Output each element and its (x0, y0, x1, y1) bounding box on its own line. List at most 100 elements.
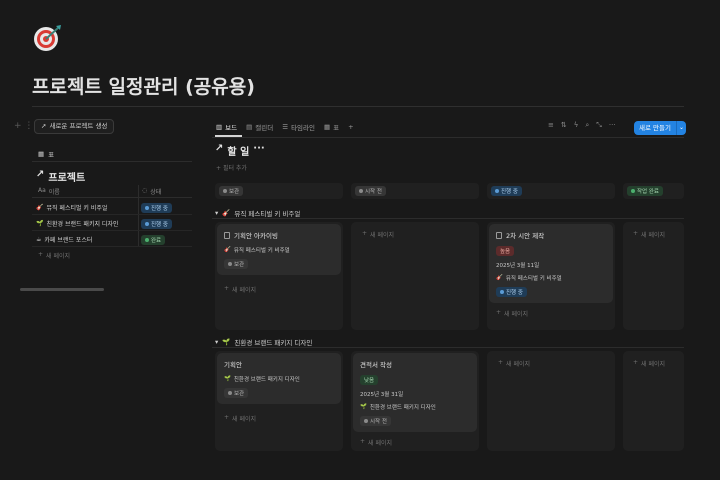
calendar-icon: ▤ (246, 123, 253, 131)
tab-table[interactable]: ▦ 표 (38, 149, 54, 159)
plus-icon: + (224, 285, 230, 292)
plus-icon: + (348, 123, 354, 131)
chevron-down-icon: ▾ (215, 338, 219, 346)
tab-calendar[interactable]: ▤ 캘린더 (246, 122, 273, 132)
divider (32, 246, 192, 247)
table-row[interactable]: ☕ 카페 브랜드 포스터 (36, 235, 92, 244)
divider (212, 218, 684, 219)
status-badge: 보관 (224, 259, 249, 269)
guitar-icon: 🎸 (36, 204, 44, 211)
status-badge: 보관 (224, 388, 249, 398)
date-value: 2025년 3월 11일 (496, 263, 540, 269)
new-page-button[interactable]: + 새 페이지 (496, 309, 615, 318)
table-icon: ▦ (323, 123, 331, 131)
toolbar-icons: ≡ ⇅ ϟ ⌕ ⤡ ··· (548, 121, 616, 130)
group-header[interactable]: ▾ 🎸 뮤직 페스티벌 키 비주얼 (215, 208, 300, 218)
plus-icon: + (498, 359, 504, 366)
table-row[interactable]: 🌱 친환경 브랜드 패키지 디자인 (36, 219, 118, 228)
new-page-button[interactable]: + 새 페이지 (362, 230, 479, 239)
column-header-not-started[interactable]: 시작 전 (351, 183, 479, 199)
more-icon[interactable]: ··· (253, 143, 264, 158)
date-value: 2025년 3월 31일 (360, 392, 404, 398)
add-filter-button[interactable]: + 필터 추가 (216, 163, 247, 172)
search-icon[interactable]: ⌕ (585, 121, 589, 130)
card[interactable]: 견적서 작성 낮음 2025년 3월 31일 🌱 친환경 브랜드 패키지 디자인 … (353, 353, 477, 432)
guitar-icon: 🎸 (222, 209, 231, 217)
card[interactable]: 기획안 🌱 친환경 브랜드 패키지 디자인 보관 (217, 353, 341, 404)
database-title[interactable]: ↗ 프로젝트 (36, 169, 85, 184)
column-header-in-progress[interactable]: 진행 중 (487, 183, 615, 199)
more-icon[interactable]: ··· (609, 121, 616, 130)
column-archive: 기획안 아카이빙 🎸 뮤직 페스티벌 키 비주얼 보관 + 새 페이지 (215, 222, 343, 330)
divider (32, 161, 192, 162)
column-in-progress: + 새 페이지 (487, 351, 615, 451)
sort-icon[interactable]: ⇅ (561, 121, 567, 130)
column-in-progress: 2차 시안 제작 높음 2025년 3월 11일 🎸 뮤직 페스티벌 키 비주얼 … (487, 222, 615, 330)
table-row[interactable]: 🎸 뮤직 페스티벌 키 비주얼 (36, 203, 107, 212)
chevron-down-icon: ▾ (215, 209, 219, 217)
filter-icon[interactable]: ≡ (548, 121, 554, 130)
divider (212, 137, 684, 138)
new-page-button[interactable]: + 새 페이지 (498, 359, 615, 368)
tab-table[interactable]: ▦ 표 (324, 122, 339, 132)
divider (212, 347, 684, 348)
new-page-button[interactable]: + 새 페이지 (360, 438, 479, 447)
new-page-button[interactable]: + 새 페이지 (633, 359, 684, 368)
automation-icon[interactable]: ϟ (574, 121, 579, 130)
text-property-icon: Aa (38, 187, 46, 194)
column-header-status[interactable]: ◌ 상태 (142, 187, 161, 196)
column-header-name[interactable]: Aa 이름 (38, 187, 60, 196)
document-icon (496, 231, 502, 239)
plus-icon: + (216, 165, 222, 172)
sprout-icon: 🌱 (360, 404, 367, 410)
horizontal-scrollbar[interactable] (20, 288, 104, 291)
tab-board[interactable]: ▥ 보드 (216, 122, 237, 132)
arrow-link-icon: ↗ (36, 169, 45, 180)
group-header[interactable]: ▾ 🌱 친환경 브랜드 패키지 디자인 (215, 337, 312, 347)
plus-icon: + (362, 230, 368, 237)
priority-tag: 높음 (496, 246, 515, 256)
guitar-icon: 🎸 (224, 247, 231, 253)
board-title[interactable]: ↗ 할 일 ··· (215, 143, 265, 158)
new-button[interactable]: 새로 만들기 (634, 121, 676, 135)
divider (32, 214, 192, 215)
cursor-icon: ➚ (41, 122, 47, 130)
column-header-archive[interactable]: 보관 (215, 183, 343, 199)
column-not-started: 견적서 작성 낮음 2025년 3월 31일 🌱 친환경 브랜드 패키지 디자인 … (351, 351, 479, 451)
column-archive: 기획안 🌱 친환경 브랜드 패키지 디자인 보관 + 새 페이지 (215, 351, 343, 451)
sprout-icon: 🌱 (224, 376, 231, 382)
timeline-icon: ☰ (282, 123, 289, 131)
new-page-button[interactable]: + 새 페이지 (224, 414, 343, 423)
plus-icon: + (360, 438, 366, 445)
tab-timeline[interactable]: ☰ 타임라인 (282, 122, 315, 132)
table-icon: ▦ (38, 150, 45, 158)
status-badge: 진행 중 (496, 287, 527, 297)
column-done: + 새 페이지 (623, 351, 684, 451)
plus-icon: + (633, 230, 639, 237)
page-title: 프로젝트 일정관리 (공유용) (32, 76, 255, 98)
new-page-button[interactable]: + 새 페이지 (633, 230, 684, 239)
card[interactable]: 기획안 아카이빙 🎸 뮤직 페스티벌 키 비주얼 보관 (217, 224, 341, 275)
expand-icon[interactable]: ⤡ (596, 121, 602, 130)
plus-icon: + (38, 251, 44, 258)
status-badge[interactable]: 완료 (141, 235, 166, 245)
column-done: + 새 페이지 (623, 222, 684, 330)
plus-icon: + (496, 309, 502, 316)
divider (32, 197, 192, 198)
card[interactable]: 2차 시안 제작 높음 2025년 3월 11일 🎸 뮤직 페스티벌 키 비주얼 … (489, 224, 613, 303)
divider (32, 230, 192, 231)
column-header-done[interactable]: 작업 완료 (623, 183, 684, 199)
add-view-button[interactable]: + (348, 123, 353, 131)
status-badge[interactable]: 진행 중 (141, 219, 172, 229)
new-page-button[interactable]: + 새 페이지 (224, 285, 343, 294)
chevron-down-icon[interactable]: ⌄ (676, 121, 686, 135)
new-page-button[interactable]: + 새 페이지 (38, 251, 70, 260)
sprout-icon: 🌱 (222, 338, 231, 346)
target-icon (32, 24, 62, 52)
board-icon: ▥ (216, 123, 223, 131)
new-project-button[interactable]: ➚ 새로운 프로젝트 생성 (34, 119, 115, 134)
column-not-started: + 새 페이지 (351, 222, 479, 330)
status-badge[interactable]: 진행 중 (141, 203, 172, 213)
status-badge: 시작 전 (360, 416, 391, 426)
priority-tag: 낮음 (360, 375, 379, 385)
